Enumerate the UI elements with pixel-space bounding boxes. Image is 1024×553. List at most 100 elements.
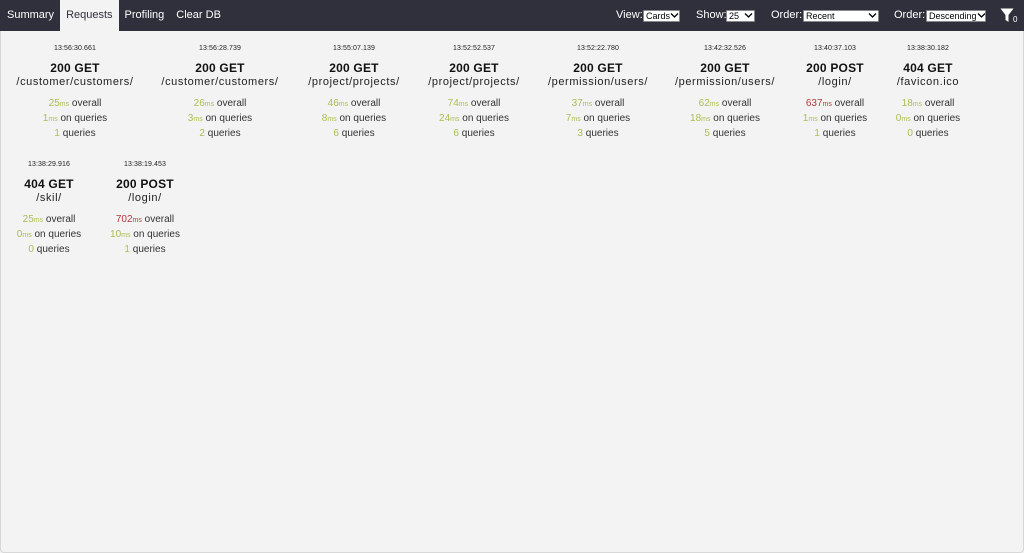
queries-label: queries [585, 128, 619, 139]
queries-label: queries [915, 128, 949, 139]
request-card[interactable]: 13:38:30.182 404 GET/favicon.ico 18ms over… [848, 45, 1008, 141]
order-dir-label: Order: [894, 9, 926, 21]
ms-unit: ms [582, 101, 593, 108]
queries-label: queries [207, 128, 241, 139]
ms-unit: ms [48, 116, 58, 123]
overall-label: overall [470, 98, 501, 109]
filter-icon [1000, 8, 1014, 22]
request-stats: 25ms overall 1ms on queries 1 queries [0, 97, 155, 141]
request-card[interactable]: 13:56:30.661 200 GET/customer/customers/2… [0, 45, 155, 141]
show-select-value: 25 [729, 11, 740, 21]
ms-unit: ms [808, 116, 818, 123]
overall-time-value: 18 [901, 98, 913, 109]
main-nav: Summary Requests Profiling Clear DB [0, 0, 227, 31]
ms-unit: ms [33, 217, 44, 224]
order-dir-select-value: Descending [929, 11, 977, 21]
request-stats: 702 ms overall 10ms on queries 1 queries [65, 213, 225, 257]
overall-time-stat: 25ms overall [0, 97, 155, 112]
on-queries-label: on queries [205, 113, 253, 124]
chevron-down-icon [670, 11, 679, 21]
queries-label: queries [62, 128, 96, 139]
request-path: /favicon.ico [896, 76, 960, 88]
chevron-down-icon [868, 11, 877, 21]
filter-button[interactable]: 0 [1000, 7, 1020, 25]
overall-time-value: 702 [115, 214, 133, 225]
query-count-value: 1 [54, 128, 60, 139]
request-timestamp: 13:38:30.182 [906, 45, 950, 52]
filter-count-badge: 0 [1013, 15, 1018, 24]
on-queries-label: on queries [913, 113, 961, 124]
request-status-method: 200 POST [116, 177, 174, 191]
tab-profiling[interactable]: Profiling [119, 0, 171, 31]
query-count-stat: 0 queries [848, 127, 1008, 141]
queries-label: queries [132, 244, 166, 255]
overall-time-value: 25 [22, 214, 34, 225]
overall-label: overall [924, 98, 955, 109]
request-card[interactable]: 13:38:19.453 200 POST/login/702ms overall… [65, 161, 225, 257]
ms-unit: ms [22, 232, 32, 239]
ms-unit: ms [458, 101, 469, 108]
view-select[interactable]: Cards [643, 10, 680, 22]
overall-label: overall [144, 214, 175, 225]
query-count-value: 1 [814, 128, 820, 139]
order-by-label: Order: [771, 9, 803, 21]
request-path: /customer/customers/ [16, 76, 134, 88]
overall-time-value: 74 [447, 98, 459, 109]
show-label: Show: [696, 9, 727, 21]
overall-label: overall [350, 98, 381, 109]
query-count-value: 6 [453, 128, 459, 139]
overall-label: overall [721, 98, 752, 109]
order-by-select[interactable]: Recent [803, 10, 879, 22]
on-queries-label: on queries [713, 113, 760, 124]
query-count-stat: 1 queries [65, 243, 225, 257]
top-navbar: Summary Requests Profiling Clear DB View… [0, 0, 1024, 31]
overall-time-value: 25 [48, 98, 60, 109]
query-time-stat: 10ms on queries [65, 228, 225, 243]
tab-summary[interactable]: Summary [0, 0, 60, 31]
overall-time-value: 46 [327, 98, 339, 109]
view-label: View: [616, 9, 643, 21]
query-count-value: 1 [124, 244, 130, 255]
query-time-value: 18 [690, 113, 702, 124]
query-count-value: 3 [577, 128, 583, 139]
ms-unit: ms [571, 116, 581, 123]
overall-label: overall [594, 98, 625, 109]
ms-unit: ms [450, 116, 460, 123]
queries-label: queries [341, 128, 375, 139]
ms-unit: ms [338, 101, 349, 108]
query-count-value: 0 [28, 244, 34, 255]
ms-unit: ms [701, 116, 711, 123]
queries-label: queries [461, 128, 495, 139]
request-stats: 18ms overall 0ms on queries 0 queries [848, 97, 1008, 141]
overall-time-value: 37 [571, 98, 583, 109]
show-select[interactable]: 25 [726, 10, 755, 22]
overall-time-value: 62 [698, 98, 710, 109]
request-timestamp: 13:38:19.453 [123, 161, 167, 168]
query-time-stat: 1ms on queries [0, 112, 155, 127]
queries-label: queries [712, 128, 746, 139]
ms-unit: ms [912, 101, 923, 108]
query-time-stat: 0ms on queries [848, 112, 1008, 127]
order-dir-select[interactable]: Descending [926, 10, 986, 22]
on-queries-label: on queries [462, 113, 509, 124]
overall-time-value: 637 [805, 98, 823, 109]
ms-unit: ms [822, 101, 832, 108]
ms-unit: ms [327, 116, 337, 123]
chevron-down-icon [977, 11, 985, 21]
ms-unit: ms [901, 116, 911, 123]
request-status-method: 200 GET [50, 61, 100, 75]
query-time-value: 24 [439, 113, 451, 124]
tab-clear-db[interactable]: Clear DB [170, 0, 227, 31]
overall-time-value: 26 [193, 98, 205, 109]
on-queries-label: on queries [583, 113, 631, 124]
on-queries-label: on queries [60, 113, 108, 124]
request-timestamp: 13:56:30.661 [53, 45, 97, 52]
request-status-method: 404 GET [903, 61, 953, 75]
tab-requests[interactable]: Requests [60, 0, 119, 31]
query-count-value: 6 [333, 128, 339, 139]
on-queries-label: on queries [339, 113, 387, 124]
overall-time-stat: 18ms overall [848, 97, 1008, 112]
overall-label: overall [71, 98, 102, 109]
ms-unit: ms [121, 232, 131, 239]
chevron-down-icon [744, 11, 753, 21]
